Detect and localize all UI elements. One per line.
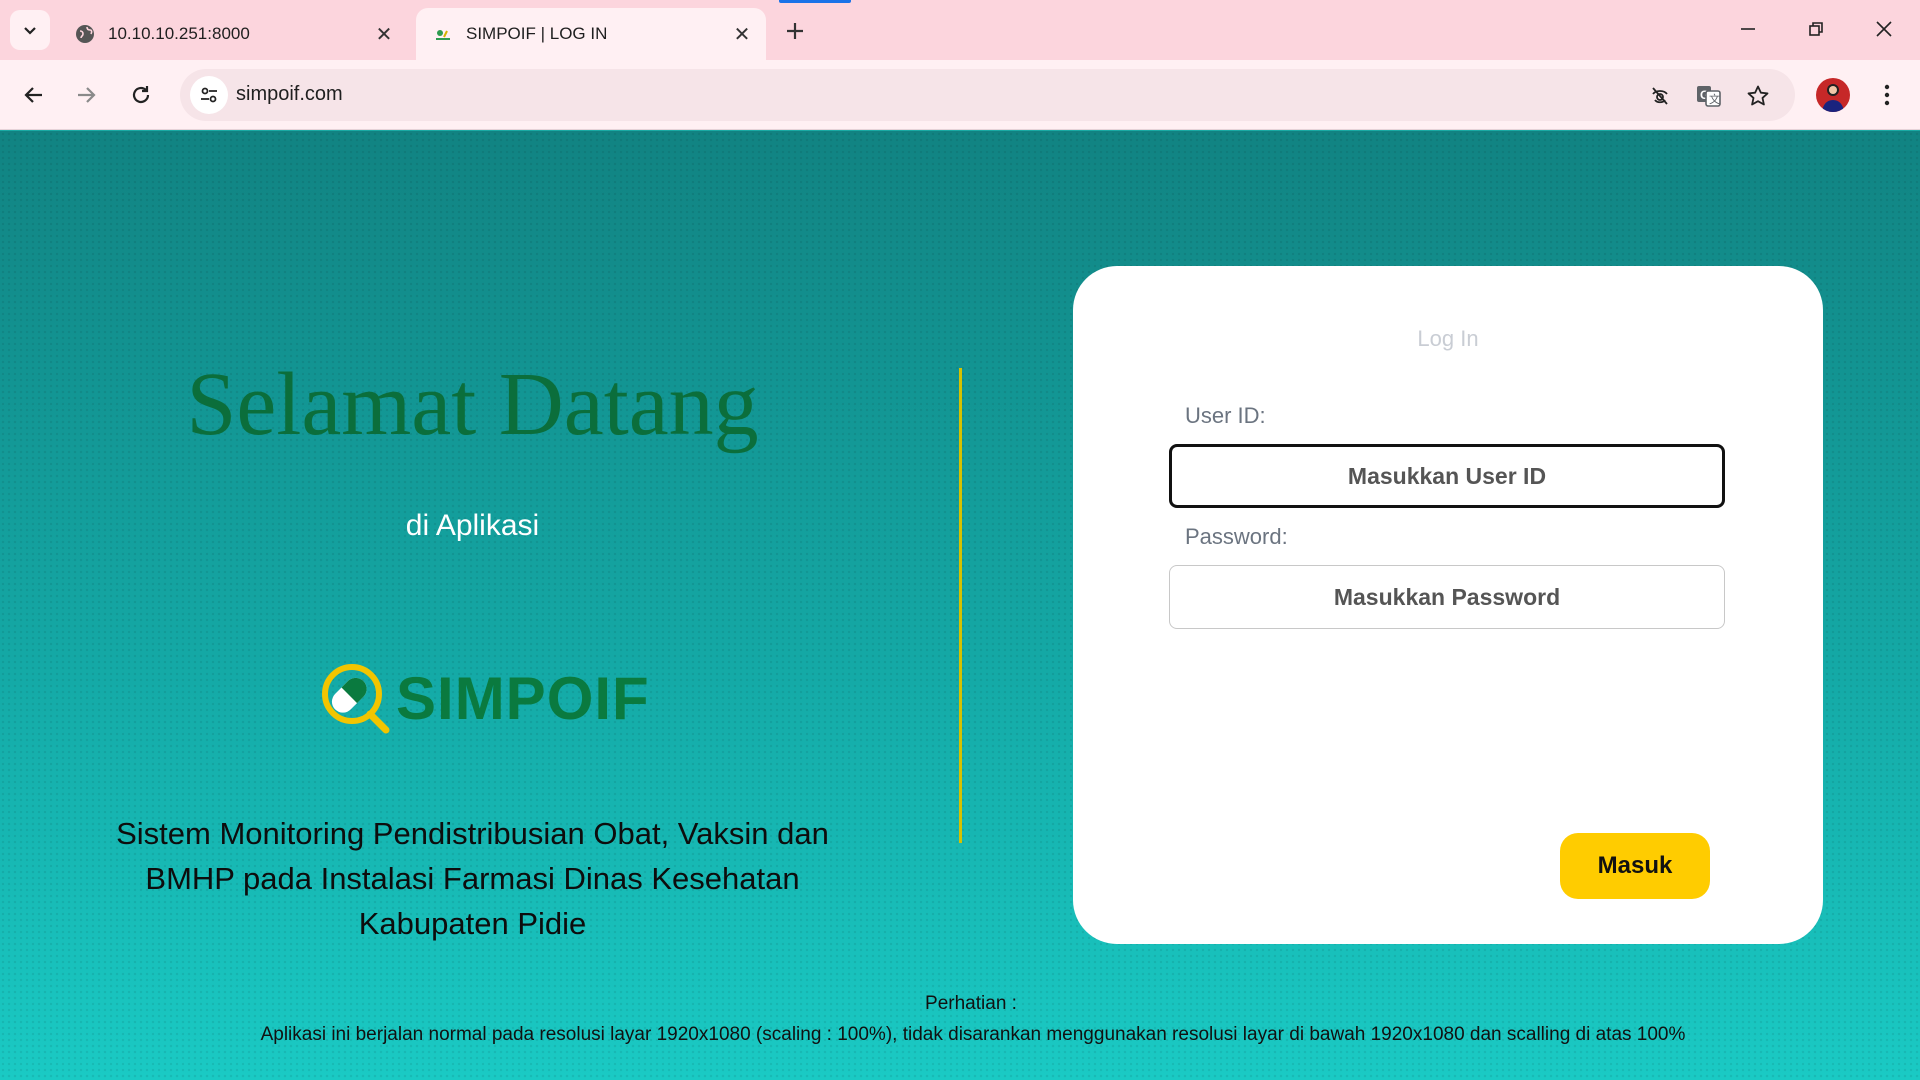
login-page: Selamat Datang di Aplikasi SIMPOIF Siste…	[0, 131, 1920, 1080]
minimize-button[interactable]	[1714, 0, 1782, 58]
login-button[interactable]: Masuk	[1560, 833, 1710, 899]
url-text: simpoif.com	[236, 83, 343, 105]
user-id-label: User ID:	[1185, 403, 1266, 428]
tab-strip: 10.10.10.251:8000 ✕ SIMPOIF | LOG IN ✕	[0, 0, 1920, 60]
reload-button[interactable]	[119, 73, 163, 117]
login-title: Log In	[1417, 326, 1479, 351]
browser-menu-button[interactable]	[1870, 76, 1904, 114]
arrow-left-icon	[24, 87, 42, 103]
back-button[interactable]	[12, 73, 56, 117]
reload-icon	[132, 86, 150, 104]
subtitle: di Aplikasi	[405, 509, 540, 542]
more-vert-icon	[1884, 84, 1890, 106]
tab-simpoif[interactable]: SIMPOIF | LOG IN ✕	[416, 8, 766, 60]
restore-button[interactable]	[1782, 0, 1850, 58]
password-input[interactable]	[1169, 565, 1725, 629]
close-window-button[interactable]	[1850, 0, 1918, 58]
active-tab-indicator	[779, 0, 851, 3]
new-tab-button[interactable]	[776, 12, 814, 50]
logo-text: SIMPOIF	[396, 665, 650, 732]
globe-icon	[74, 23, 96, 45]
avatar[interactable]	[1816, 78, 1850, 112]
login-card: Log In User ID: Password: Masuk	[1073, 266, 1823, 944]
user-id-input[interactable]	[1169, 444, 1725, 508]
tune-icon	[201, 87, 217, 103]
arrow-right-icon	[78, 87, 96, 103]
notice-title: Perhatian :	[925, 993, 1017, 1014]
tab-title: 10.10.10.251:8000	[108, 24, 250, 43]
plus-icon	[787, 23, 803, 39]
site-info-button[interactable]	[190, 76, 228, 114]
forward-button[interactable]	[64, 73, 108, 117]
vertical-divider	[959, 368, 962, 843]
close-icon	[1876, 21, 1892, 37]
simpoif-logo: SIMPOIF	[318, 658, 649, 738]
browser-toolbar: simpoif.com G文	[0, 60, 1920, 130]
app-description: Sistem Monitoring Pendistribusian Obat, …	[116, 816, 829, 941]
profile-icon	[1822, 84, 1844, 112]
restore-icon	[1809, 22, 1823, 36]
translate-icon[interactable]: G文	[1692, 79, 1726, 113]
capsule-magnifier-icon	[322, 664, 390, 734]
star-icon[interactable]	[1741, 79, 1775, 113]
simpoif-favicon	[432, 23, 454, 45]
svg-text:文: 文	[1709, 92, 1720, 106]
tab-search-button[interactable]	[10, 10, 50, 50]
password-label: Password:	[1185, 524, 1288, 549]
notice-text: Aplikasi ini berjalan normal pada resolu…	[260, 1024, 1686, 1045]
close-tab-icon[interactable]: ✕	[366, 16, 402, 52]
address-bar[interactable]: simpoif.com G文	[180, 69, 1795, 121]
chevron-down-icon	[24, 27, 36, 35]
minimize-icon	[1741, 28, 1755, 30]
tab-title: SIMPOIF | LOG IN	[466, 24, 608, 43]
welcome-heading: Selamat Datang	[186, 355, 759, 454]
tab-ip-address[interactable]: 10.10.10.251:8000 ✕	[58, 8, 408, 60]
close-tab-icon[interactable]: ✕	[724, 16, 760, 52]
eye-off-icon[interactable]	[1643, 79, 1677, 113]
